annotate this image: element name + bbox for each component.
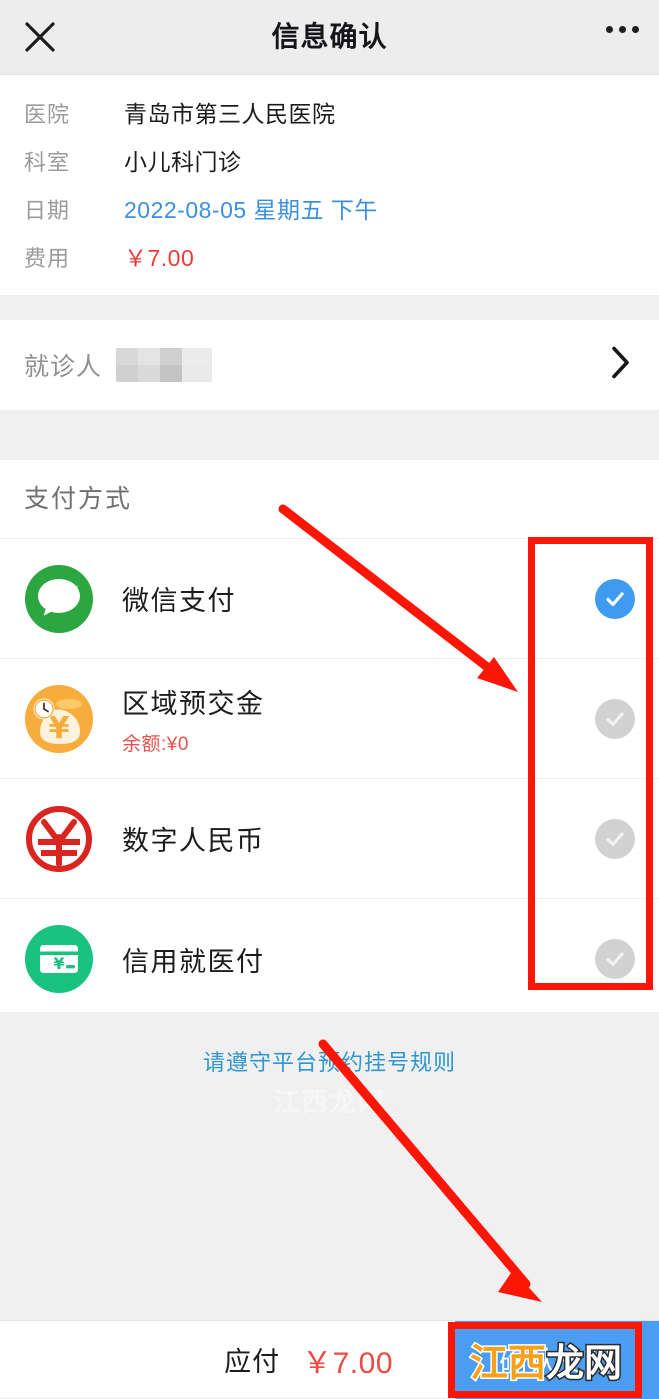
section-divider xyxy=(0,295,659,320)
patient-label: 就诊人 xyxy=(24,353,103,381)
info-value-fee: ￥7.00 xyxy=(124,245,195,271)
patient-name-masked xyxy=(116,348,213,382)
navbar: 信息确认 xyxy=(0,0,659,75)
info-row-hospital: 医院 青岛市第三人民医院 xyxy=(0,95,659,143)
info-label: 日期 xyxy=(24,198,71,223)
wechat-pay-icon xyxy=(24,564,94,634)
payment-method-prepaid[interactable]: ¥ 区域预交金 余额:¥0 xyxy=(0,659,659,779)
due-label: 应付 xyxy=(224,1347,281,1377)
radio-unselected-prepaid[interactable] xyxy=(595,698,635,739)
info-label: 科室 xyxy=(24,150,71,175)
payment-method-name: 区域预交金 xyxy=(122,688,265,719)
due-amount: ￥7.00 xyxy=(302,1346,393,1380)
payment-method-texts: 信用就医付 xyxy=(122,940,265,979)
section-divider xyxy=(0,410,659,460)
radio-unselected-digital-rmb[interactable] xyxy=(595,818,635,859)
radio-selected-wechat[interactable] xyxy=(595,578,635,619)
watermark-part-2: 龙网 xyxy=(545,1340,624,1387)
svg-text:¥: ¥ xyxy=(53,954,64,973)
payment-methods-card: 支付方式 微信支付 ¥ 区域预交金 余额:¥0 数字人民币 ¥ 信用就医付 xyxy=(0,460,659,1012)
info-label: 费用 xyxy=(24,246,71,271)
site-watermark: 江西龙网 xyxy=(468,1332,624,1387)
more-dots-icon[interactable] xyxy=(606,26,639,33)
faint-watermark: 江西龙网 xyxy=(273,1087,386,1117)
payment-method-name: 数字人民币 xyxy=(122,826,265,856)
svg-text:¥: ¥ xyxy=(49,711,70,746)
payment-method-name: 信用就医付 xyxy=(122,946,265,977)
payment-method-name: 微信支付 xyxy=(122,586,236,616)
app-screen: 信息确认 医院 青岛市第三人民医院 科室 小儿科门诊 日期 2022-08-05… xyxy=(0,0,659,1399)
info-value-department: 小儿科门诊 xyxy=(124,149,242,175)
payment-method-texts: 数字人民币 xyxy=(122,819,265,858)
payment-section-title: 支付方式 xyxy=(0,460,659,539)
patient-selector-row[interactable]: 就诊人 xyxy=(0,320,659,410)
info-row-date: 日期 2022-08-05 星期五 下午 xyxy=(0,191,659,239)
radio-unselected-credit[interactable] xyxy=(595,939,635,979)
money-bag-clock-icon: ¥ xyxy=(24,684,94,754)
payment-method-texts: 微信支付 xyxy=(122,579,236,618)
info-label: 医院 xyxy=(24,102,71,127)
payment-method-wechat[interactable]: 微信支付 xyxy=(0,539,659,659)
appointment-info-card: 医院 青岛市第三人民医院 科室 小儿科门诊 日期 2022-08-05 星期五 … xyxy=(0,75,659,295)
digital-rmb-icon xyxy=(24,804,94,874)
info-value-date: 2022-08-05 星期五 下午 xyxy=(124,197,378,223)
platform-rules-link[interactable]: 请遵守平台预约挂号规则 xyxy=(0,1045,659,1077)
chevron-right-icon[interactable] xyxy=(609,344,633,387)
watermark-part-1: 江西 xyxy=(468,1340,547,1387)
info-row-department: 科室 小儿科门诊 xyxy=(0,143,659,191)
payment-method-credit[interactable]: ¥ 信用就医付 xyxy=(0,899,659,1019)
payment-method-texts: 区域预交金 余额:¥0 xyxy=(122,682,265,756)
info-value-hospital: 青岛市第三人民医院 xyxy=(124,101,336,127)
page-title: 信息确认 xyxy=(271,21,388,52)
payment-method-balance: 余额:¥0 xyxy=(122,733,189,755)
credit-card-icon: ¥ xyxy=(24,924,94,994)
payment-method-digital-rmb[interactable]: 数字人民币 xyxy=(0,779,659,899)
patient-card: 就诊人 xyxy=(0,320,659,410)
info-row-fee: 费用 ￥7.00 xyxy=(0,239,659,287)
